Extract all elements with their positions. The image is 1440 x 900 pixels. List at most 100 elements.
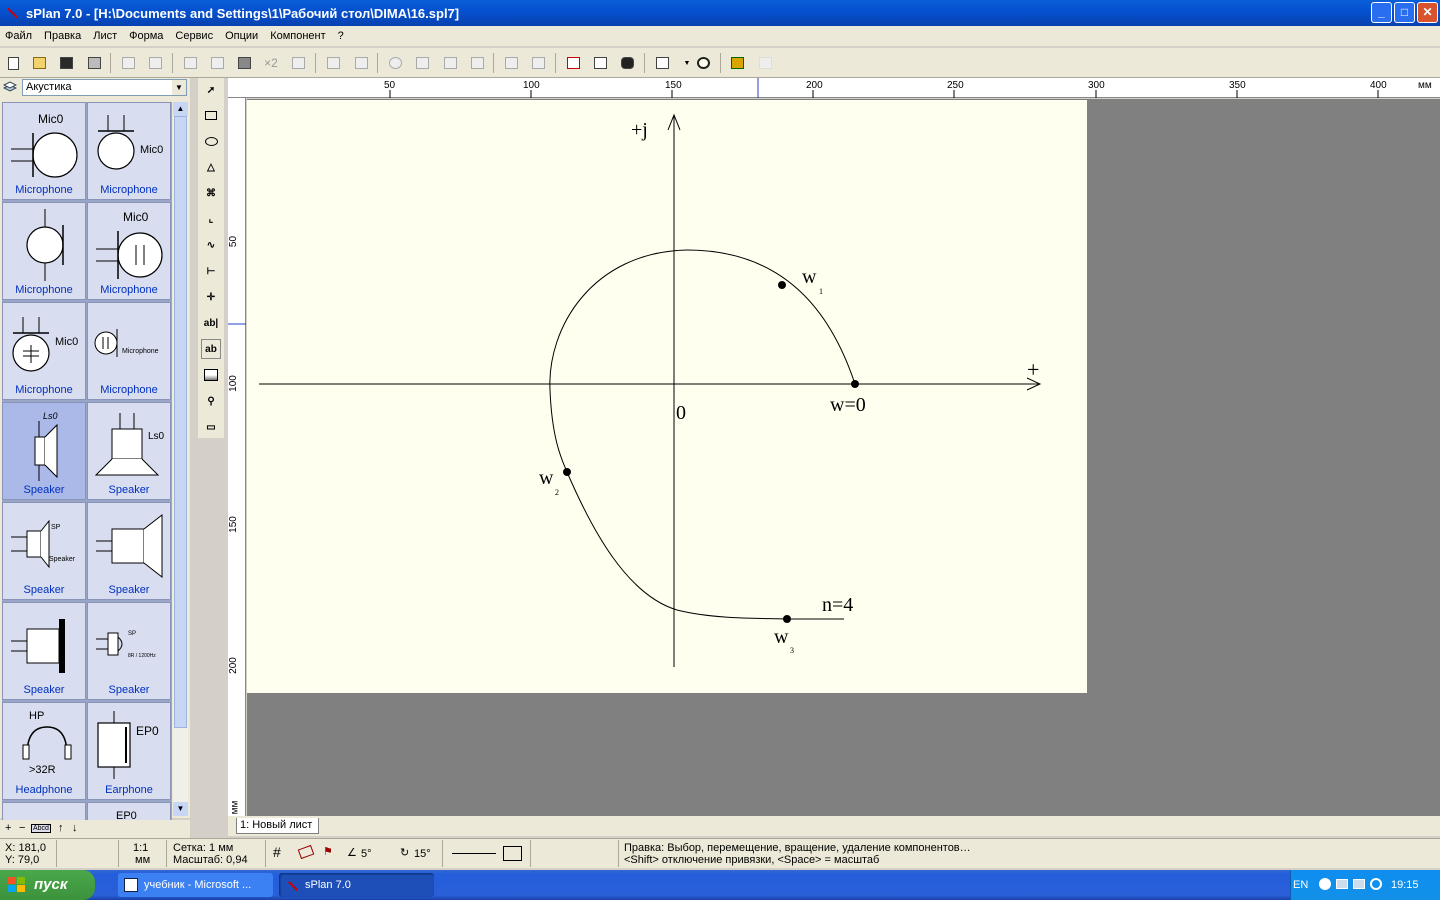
component-speaker-4[interactable]: Speaker xyxy=(87,502,171,600)
scroll-thumb[interactable] xyxy=(174,116,187,728)
menu-sheet[interactable]: Лист xyxy=(90,30,120,42)
ungroup-icon[interactable] xyxy=(528,53,548,73)
component-microphone-1[interactable]: Mic0 Microphone xyxy=(2,102,86,200)
component-microphone-3[interactable]: Microphone xyxy=(2,202,86,300)
grid-icon[interactable] xyxy=(652,53,672,73)
save-icon[interactable] xyxy=(56,53,76,73)
list-icon[interactable] xyxy=(590,53,610,73)
menu-options[interactable]: Опции xyxy=(222,30,261,42)
menu-component[interactable]: Компонент xyxy=(267,30,328,42)
mirror-h-icon[interactable] xyxy=(412,53,432,73)
junction-icon[interactable]: ✛ xyxy=(201,287,221,307)
component-microphone-4[interactable]: Mic0 Microphone xyxy=(87,202,171,300)
network-icon[interactable] xyxy=(1336,879,1348,889)
rectangle-icon[interactable] xyxy=(201,105,221,125)
component-speaker-1[interactable]: Ls0 Speaker xyxy=(2,402,86,500)
rotate-step-icon: ↻ xyxy=(400,847,410,859)
pin-icon[interactable]: ⚑ xyxy=(323,846,333,858)
component-speaker-5[interactable]: Speaker xyxy=(2,602,86,700)
category-select[interactable]: Акустика ▼ xyxy=(22,79,187,96)
component-speaker-2[interactable]: Ls0 Speaker xyxy=(87,402,171,500)
undo-icon[interactable] xyxy=(118,53,138,73)
remove-icon[interactable]: − xyxy=(19,822,25,834)
symbol-preview: EP0 xyxy=(116,810,137,820)
dimension-icon[interactable]: ⊢ xyxy=(201,261,221,281)
component-microphone-5[interactable]: Mic0 Microphone xyxy=(2,302,86,400)
component-partial-1[interactable] xyxy=(2,802,86,820)
close-button[interactable]: ✕ xyxy=(1417,2,1438,23)
curve-icon[interactable]: ∿ xyxy=(201,235,221,255)
align-icon[interactable] xyxy=(467,53,487,73)
to-front-icon[interactable] xyxy=(323,53,343,73)
nyquist-drawing[interactable]: +j + 0 w=0 w 1 w 2 w 3 n=4 xyxy=(247,100,1087,693)
bezier-icon[interactable]: ⌘ xyxy=(201,183,221,203)
duplicate-icon[interactable]: ×2 xyxy=(261,53,281,73)
print-icon[interactable] xyxy=(84,53,104,73)
angle-step-1[interactable]: 5° xyxy=(361,848,372,860)
rename-icon[interactable]: Abcd xyxy=(31,824,51,833)
text-icon[interactable]: ab| xyxy=(201,313,221,333)
line-icon[interactable]: ⌞ xyxy=(201,209,221,229)
new-file-icon[interactable] xyxy=(3,53,23,73)
task-word[interactable]: учебник - Microsoft ... xyxy=(118,873,273,897)
maximize-button[interactable]: □ xyxy=(1394,2,1415,23)
menu-file[interactable]: Файл xyxy=(2,30,35,42)
textframe-icon[interactable]: ab xyxy=(201,339,221,359)
menu-form[interactable]: Форма xyxy=(126,30,166,42)
tab-sheet-1[interactable]: 1: Новый лист xyxy=(236,818,320,834)
paste-icon[interactable] xyxy=(234,53,254,73)
menu-help[interactable]: ? xyxy=(335,30,347,42)
snap-icon[interactable] xyxy=(297,844,315,860)
to-back-icon[interactable] xyxy=(351,53,371,73)
network-icon-2[interactable] xyxy=(1353,879,1365,889)
scroll-down-icon[interactable]: ▼ xyxy=(173,802,188,816)
component-speaker-6[interactable]: SP 8R / 1200Hz Speaker xyxy=(87,602,171,700)
add-icon[interactable]: + xyxy=(5,822,11,834)
move-up-icon[interactable]: ↑ xyxy=(58,822,64,834)
menu-service[interactable]: Сервис xyxy=(172,30,216,42)
start-button[interactable]: пуск xyxy=(0,870,95,900)
angle-step-2[interactable]: 15° xyxy=(414,848,431,860)
ellipse-icon[interactable] xyxy=(201,131,221,151)
antivirus-icon[interactable] xyxy=(1370,878,1382,890)
grid-toggle-icon[interactable]: # xyxy=(273,845,281,859)
open-folder-icon[interactable] xyxy=(29,53,49,73)
move-down-icon[interactable]: ↓ xyxy=(72,822,78,834)
binoculars-icon[interactable] xyxy=(617,53,637,73)
component-microphone-6[interactable]: Microphone Microphone xyxy=(87,302,171,400)
image-icon[interactable] xyxy=(201,365,221,385)
zoom-icon[interactable]: ⚲ xyxy=(201,391,221,411)
angle-icon: ∠ xyxy=(347,847,357,859)
mirror-v-icon[interactable] xyxy=(440,53,460,73)
copy-icon[interactable] xyxy=(207,53,227,73)
menu-edit[interactable]: Правка xyxy=(41,30,84,42)
language-indicator[interactable]: EN xyxy=(1293,879,1308,891)
cut-icon[interactable] xyxy=(180,53,200,73)
tray-expand-icon[interactable] xyxy=(1319,878,1331,890)
redo-icon[interactable] xyxy=(145,53,165,73)
measure-icon[interactable]: ▭ xyxy=(201,417,221,437)
color-icon[interactable] xyxy=(727,53,747,73)
point-w1 xyxy=(778,281,786,289)
line-style[interactable] xyxy=(452,853,496,854)
task-splan[interactable]: sPlan 7.0 xyxy=(279,873,434,897)
select-arrow-icon[interactable]: ➚ xyxy=(201,80,221,100)
rotate-icon[interactable] xyxy=(385,53,405,73)
component-partial-2[interactable]: EP0 xyxy=(87,802,171,820)
minimize-button[interactable]: _ xyxy=(1371,2,1392,23)
group-icon[interactable] xyxy=(501,53,521,73)
scroll-up-icon[interactable]: ▲ xyxy=(173,102,188,116)
zoom-fit-icon[interactable] xyxy=(693,53,713,73)
component-icon[interactable] xyxy=(563,53,583,73)
component-headphone[interactable]: HP >32R Headphone xyxy=(2,702,86,800)
polygon-icon[interactable]: △ xyxy=(201,157,221,177)
library-scrollbar[interactable]: ▲ ▼ xyxy=(173,102,188,816)
option-icon[interactable] xyxy=(755,53,775,73)
component-earphone[interactable]: EP0 Earphone xyxy=(87,702,171,800)
delete-icon[interactable] xyxy=(288,53,308,73)
axis-x-label: + xyxy=(1027,357,1039,382)
component-speaker-3[interactable]: SP Speaker Speaker xyxy=(2,502,86,600)
chevron-down-icon[interactable]: ▼ xyxy=(172,80,186,95)
fill-style[interactable] xyxy=(503,846,522,861)
component-microphone-2[interactable]: Mic0 Microphone xyxy=(87,102,171,200)
